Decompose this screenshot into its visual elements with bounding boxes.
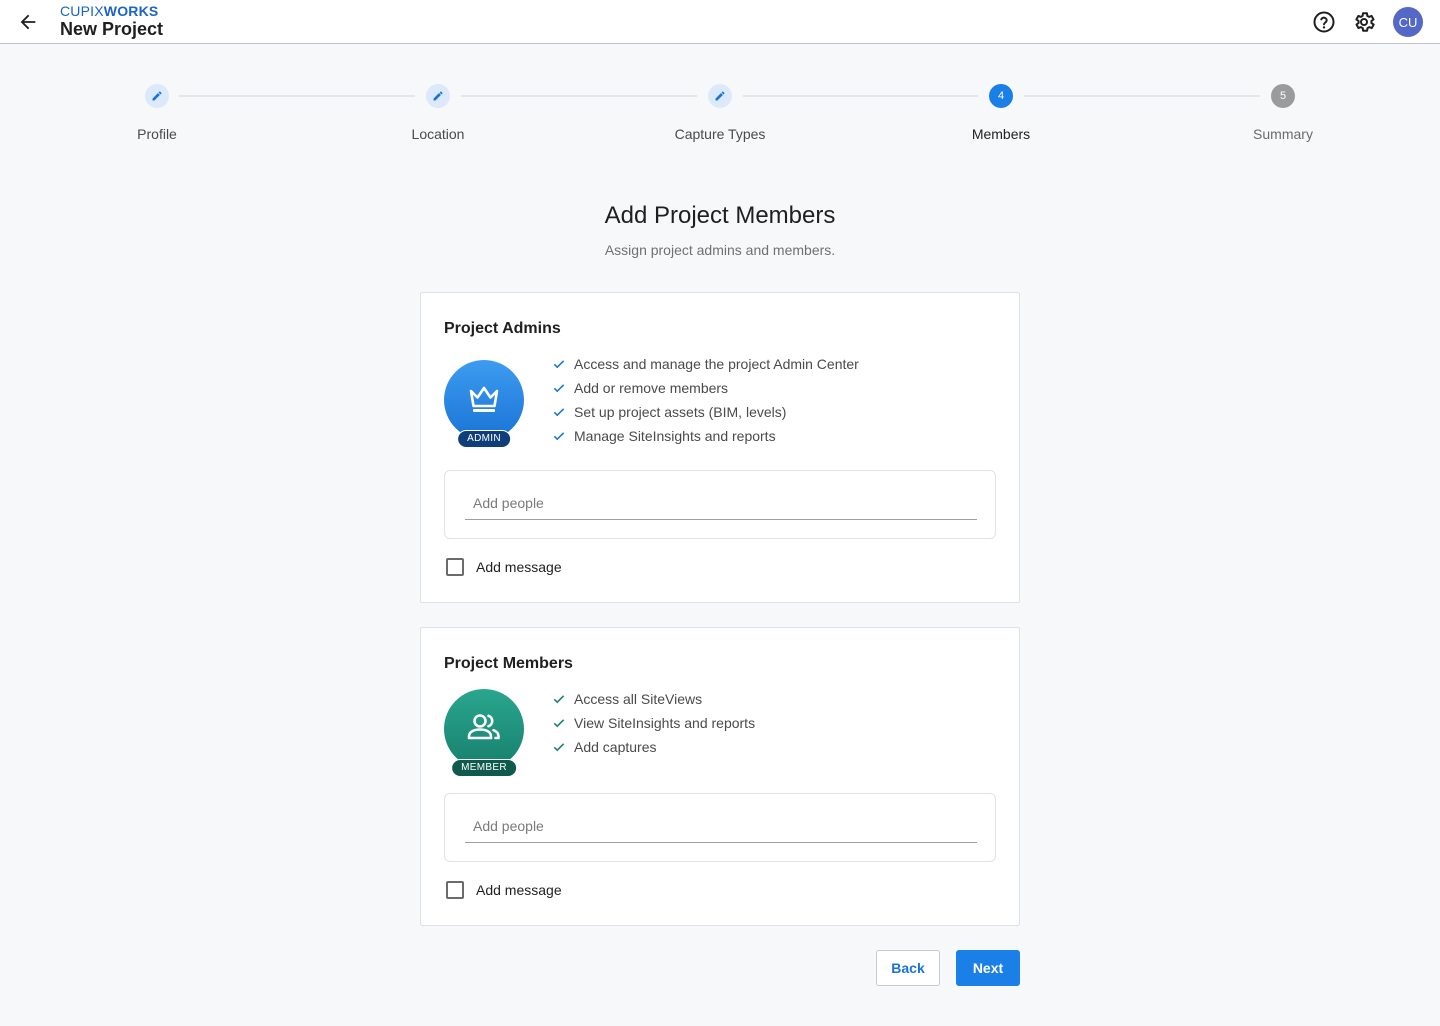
brand-logo: CUPIXWORKS (60, 3, 158, 19)
member-role-badge: MEMBER (444, 689, 524, 777)
member-role-tag: MEMBER (451, 759, 517, 777)
gear-icon (1355, 12, 1375, 32)
members-add-people-box (444, 793, 996, 862)
crown-icon (469, 386, 499, 412)
step-3-label[interactable]: Capture Types (620, 126, 820, 142)
check-icon (553, 743, 565, 752)
wizard-stepper: 4 5 Profile Location Capture Types Membe… (0, 84, 1440, 154)
list-item: Access all SiteViews (552, 687, 755, 711)
member-permission-list: Access all SiteViews View SiteInsights a… (552, 687, 755, 759)
admin-role-tag: ADMIN (457, 430, 511, 448)
step-4-indicator[interactable]: 4 (989, 84, 1013, 108)
arrow-left-icon (20, 14, 36, 30)
back-button[interactable]: Back (876, 950, 940, 986)
top-bar: CUPIXWORKS New Project CU (0, 0, 1440, 44)
people-icon (467, 714, 500, 740)
step-2-label[interactable]: Location (338, 126, 538, 142)
pencil-icon (152, 91, 162, 101)
step-5-indicator[interactable]: 5 (1271, 84, 1295, 108)
admins-add-message-checkbox[interactable] (446, 558, 464, 576)
brand-bold: WORKS (103, 3, 159, 19)
admin-permission-list: Access and manage the project Admin Cent… (552, 352, 859, 448)
admins-add-people-input[interactable] (465, 489, 977, 520)
list-item: Set up project assets (BIM, levels) (552, 400, 859, 424)
help-circle-icon (1313, 11, 1335, 33)
permission-text: Access and manage the project Admin Cent… (574, 356, 859, 372)
members-add-message-checkbox[interactable] (446, 881, 464, 899)
pencil-icon (433, 91, 443, 101)
members-add-message-row[interactable]: Add message (446, 881, 562, 899)
back-arrow-button[interactable] (16, 10, 40, 34)
admins-add-people-box (444, 470, 996, 539)
user-avatar[interactable]: CU (1393, 7, 1423, 37)
admin-role-badge: ADMIN (444, 360, 524, 448)
project-members-card: Project Members MEMBER Access all SiteVi… (420, 627, 1020, 926)
step-2-indicator[interactable] (426, 84, 450, 108)
pencil-icon (715, 91, 725, 101)
admins-card-title: Project Admins (444, 320, 561, 337)
step-3-indicator[interactable] (708, 84, 732, 108)
check-icon (553, 432, 565, 441)
list-item: Add captures (552, 735, 755, 759)
permission-text: View SiteInsights and reports (574, 715, 756, 731)
list-item: Access and manage the project Admin Cent… (552, 352, 859, 376)
project-admins-card: Project Admins ADMIN Access and manage t… (420, 292, 1020, 603)
step-connector (461, 95, 697, 97)
check-icon (553, 719, 565, 728)
next-button[interactable]: Next (956, 950, 1020, 986)
brand-light: CUPIX (60, 3, 104, 19)
step-connector (1024, 95, 1260, 97)
admins-add-message-label[interactable]: Add message (476, 559, 562, 575)
members-card-title: Project Members (444, 655, 573, 672)
step-connector (179, 95, 415, 97)
step-5-label[interactable]: Summary (1183, 126, 1383, 142)
permission-text: Set up project assets (BIM, levels) (574, 404, 787, 420)
page-subtitle: Assign project admins and members. (604, 242, 836, 258)
list-item: Add or remove members (552, 376, 859, 400)
check-icon (553, 360, 565, 369)
step-connector (743, 95, 978, 97)
page-title: Add Project Members (604, 202, 836, 229)
members-add-message-label[interactable]: Add message (476, 882, 562, 898)
help-button[interactable] (1312, 10, 1336, 34)
permission-text: Manage SiteInsights and reports (574, 428, 776, 444)
check-icon (553, 384, 565, 393)
permission-text: Add or remove members (574, 380, 729, 396)
page-header-title: New Project (60, 19, 164, 39)
check-icon (553, 408, 565, 417)
admins-add-message-row[interactable]: Add message (446, 558, 562, 576)
settings-button[interactable] (1352, 10, 1376, 34)
permission-text: Access all SiteViews (574, 691, 703, 707)
check-icon (553, 695, 565, 704)
step-1-label[interactable]: Profile (57, 126, 257, 142)
step-1-indicator[interactable] (145, 84, 169, 108)
step-4-label[interactable]: Members (901, 126, 1101, 142)
members-add-people-input[interactable] (465, 812, 977, 843)
permission-text: Add captures (574, 739, 657, 755)
list-item: Manage SiteInsights and reports (552, 424, 859, 448)
list-item: View SiteInsights and reports (552, 711, 755, 735)
